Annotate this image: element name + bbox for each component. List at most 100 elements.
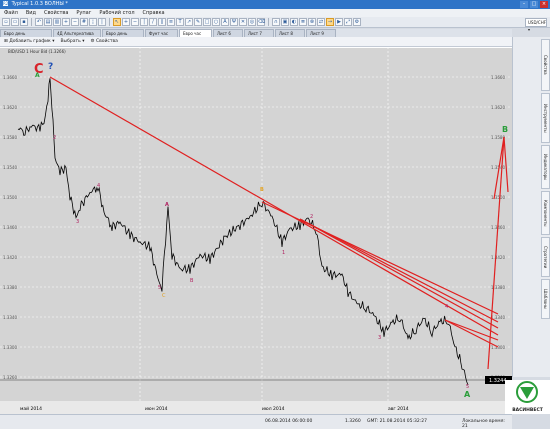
price-chart[interactable]: 1.36601.36601.36201.36201.35801.35801.35… — [0, 47, 512, 414]
date-label-1: июн 2014 — [145, 406, 168, 412]
brand-logo: ВАСИНВЕСТ — [505, 380, 550, 414]
fib-icon[interactable]: ≡ — [167, 18, 175, 26]
tab-0[interactable]: Евро день — [0, 29, 52, 37]
sidebar-tab-tools[interactable]: Инструменты — [541, 93, 550, 143]
rect-icon[interactable]: □ — [203, 18, 211, 26]
open-icon[interactable]: ▭ — [11, 18, 19, 26]
label-icon[interactable]: A — [221, 18, 229, 26]
time-axis — [0, 401, 512, 414]
play-icon[interactable]: ▶ — [335, 18, 343, 26]
tab-5[interactable]: Лист 6 — [213, 29, 243, 37]
menu-help[interactable]: Справка — [143, 9, 165, 17]
magnet-icon[interactable]: ∩ — [272, 18, 280, 26]
hide-icon[interactable]: ◐ — [290, 18, 298, 26]
menu-file[interactable]: Файл — [4, 9, 18, 17]
tab-3[interactable]: Фунт час — [145, 29, 178, 37]
menu-view[interactable]: Вид — [26, 9, 36, 17]
tab-4[interactable]: Евро час — [179, 29, 212, 37]
autoscroll-icon[interactable]: → — [326, 18, 334, 26]
lock-icon[interactable]: ▣ — [281, 18, 289, 26]
hline-icon[interactable]: ─ — [131, 18, 139, 26]
svg-text:5: 5 — [158, 285, 161, 291]
wave-b-forecast-label: B — [502, 125, 508, 134]
menu-properties[interactable]: Свойства — [44, 9, 68, 17]
scroll-icon[interactable]: ⇄ — [317, 18, 325, 26]
gann-icon[interactable]: ✕ — [239, 18, 247, 26]
price-label: 1.3500 — [491, 195, 505, 200]
close-icon[interactable]: × — [540, 1, 548, 8]
layers-icon[interactable]: ≣ — [299, 18, 307, 26]
zoom-out-icon[interactable]: − — [71, 18, 79, 26]
select-button[interactable]: Выбрать ▾ — [60, 39, 84, 44]
grid-icon[interactable]: # — [80, 18, 88, 26]
clear-icon[interactable]: ⊗ — [308, 18, 316, 26]
price-label: 1.3460 — [3, 225, 17, 230]
menu-desktop[interactable]: Рабочий стол — [99, 9, 134, 17]
price-label: 1.3580 — [3, 135, 17, 140]
status-gmt: GMT: 21.08.2014 05:32:27 — [367, 419, 427, 424]
toolbar-divider — [31, 18, 32, 26]
undo-icon[interactable]: ↶ — [35, 18, 43, 26]
svg-text:3: 3 — [378, 335, 381, 341]
ellipse-icon[interactable]: ○ — [212, 18, 220, 26]
svg-text:4: 4 — [445, 304, 448, 310]
add-chart-label: Добавить график — [9, 39, 51, 44]
save-icon[interactable]: ▪ — [20, 18, 28, 26]
price-label: 1.3420 — [491, 255, 505, 260]
svg-text:3: 3 — [76, 219, 79, 225]
toolbar-divider — [268, 18, 269, 26]
cursor-icon[interactable]: ↖ — [113, 18, 121, 26]
cycle-icon[interactable]: ◎ — [248, 18, 256, 26]
properties-button[interactable]: ⚙ Свойства — [90, 39, 117, 44]
tab-6[interactable]: Лист 7 — [244, 29, 274, 37]
tab-8[interactable]: Лист 9 — [306, 29, 336, 37]
arrow-icon[interactable]: ↗ — [185, 18, 193, 26]
tab-2[interactable]: Евро день — [102, 29, 144, 37]
channel-icon[interactable]: ∥ — [158, 18, 166, 26]
title-bar: R2 Typical 1.0.3 ВОЛНЫ * – □ × — [0, 0, 550, 9]
chart-icon[interactable]: ▥ — [53, 18, 61, 26]
zoom-in-icon[interactable]: + — [62, 18, 70, 26]
current-price-value: 1.3244 — [489, 378, 507, 384]
maximize-icon[interactable]: □ — [530, 1, 538, 8]
minimize-icon[interactable]: – — [520, 1, 528, 8]
price-label: 1.3500 — [3, 195, 17, 200]
price-label: 1.3620 — [491, 105, 505, 110]
date-label-0: май 2014 — [20, 405, 42, 412]
window-title: Typical 1.0.3 ВОЛНЫ * — [11, 1, 68, 7]
add-chart-button[interactable]: ⊞ Добавить график ▾ — [4, 39, 54, 44]
pencil-icon[interactable]: ✎ — [194, 18, 202, 26]
symbol-value: USD/CHF — [528, 20, 546, 25]
menu-market[interactable]: Рупаг — [76, 9, 91, 17]
date-label-2: июл 2014 — [262, 406, 285, 412]
properties-label: Свойства — [95, 39, 118, 44]
vline-icon[interactable]: │ — [140, 18, 148, 26]
crosshair-icon[interactable]: + — [122, 18, 130, 26]
candles-icon[interactable]: ¦ — [89, 18, 97, 26]
bars-icon[interactable]: | — [98, 18, 106, 26]
sidebar-tab-indicators[interactable]: Индикаторы — [541, 145, 550, 189]
date-label-3: авг 2014 — [388, 406, 409, 412]
wave-a-bottom-label: A — [464, 390, 471, 399]
tab-7[interactable]: Лист 8 — [275, 29, 305, 37]
brand-name: ВАСИНВЕСТ — [512, 408, 543, 413]
svg-text:4: 4 — [97, 183, 100, 189]
new-icon[interactable]: ▫ — [2, 18, 10, 26]
trendline-icon[interactable]: / — [149, 18, 157, 26]
toolbar-divider — [109, 18, 110, 26]
sidebar-tab-templates[interactable]: Шаблоны — [541, 279, 550, 319]
sidebar-tab-properties[interactable]: Свойства — [541, 39, 550, 91]
delete-icon[interactable]: ⌫ — [257, 18, 265, 26]
brand-emblem — [516, 381, 538, 403]
symbol-select[interactable]: USD/CHF ▾ — [525, 18, 547, 32]
text-icon[interactable]: T — [176, 18, 184, 26]
pitchfork-icon[interactable]: Ψ — [230, 18, 238, 26]
sidebar-tab-components[interactable]: Компоненты — [541, 191, 550, 235]
settings-icon[interactable]: ⚙ — [353, 18, 361, 26]
svg-text:1: 1 — [282, 250, 285, 256]
print-icon[interactable]: ▤ — [44, 18, 52, 26]
sidebar-tab-strategies[interactable]: Стратегии — [541, 237, 550, 277]
tab-1[interactable]: 4Д Альтернатива — [53, 29, 101, 37]
svg-text:2: 2 — [53, 135, 56, 141]
fullscreen-icon[interactable]: ⤢ — [344, 18, 352, 26]
